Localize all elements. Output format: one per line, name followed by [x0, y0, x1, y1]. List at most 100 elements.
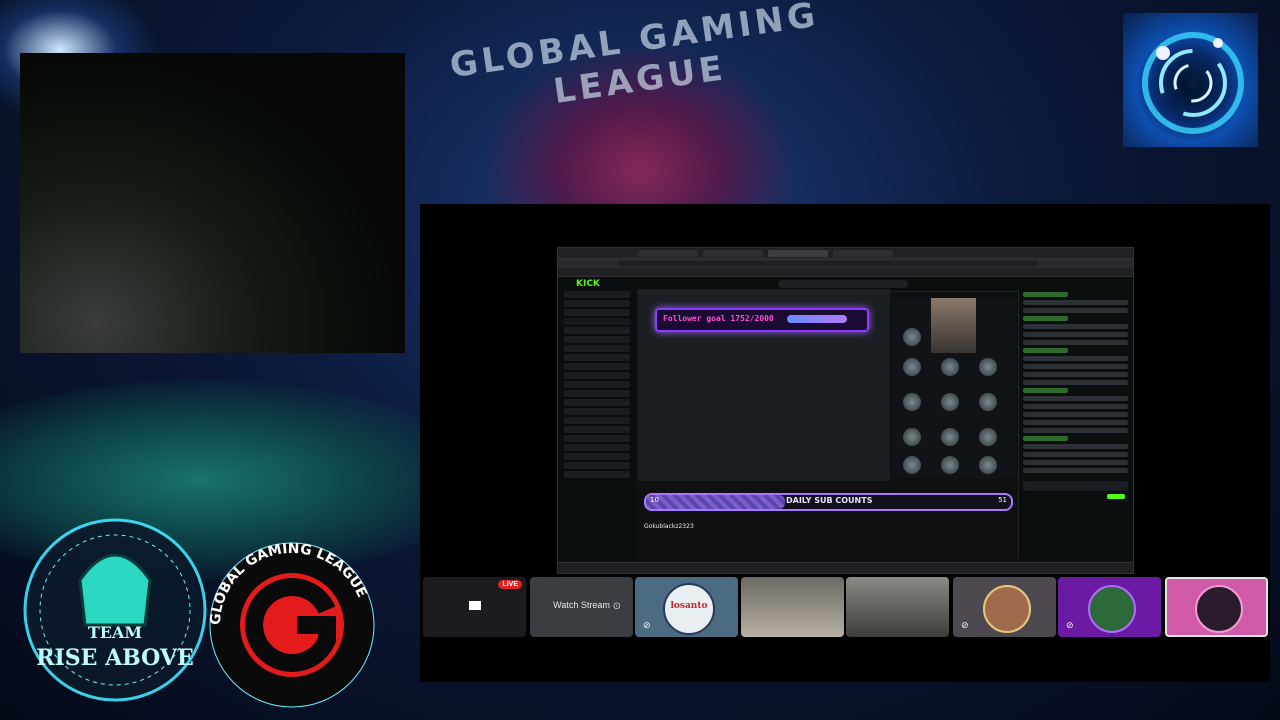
mute-icon: ⊘	[961, 621, 969, 631]
sidebar-item[interactable]	[564, 417, 630, 424]
sidebar-item[interactable]	[564, 354, 630, 361]
avatar	[1195, 585, 1243, 633]
chat-message	[1023, 420, 1128, 425]
chat-message	[1023, 412, 1128, 417]
chat-message	[1023, 444, 1128, 449]
badge-icon	[979, 393, 997, 411]
participant-tile[interactable]: losanto ⊘	[635, 577, 738, 637]
chat-message	[1023, 428, 1128, 433]
chat-message	[1023, 452, 1128, 457]
browser-tab-bar	[558, 248, 1133, 259]
sidebar-item[interactable]	[564, 318, 630, 325]
sidebar-item[interactable]	[564, 363, 630, 370]
chat-message	[1023, 332, 1128, 337]
badge-icon	[903, 393, 921, 411]
sidebar-item[interactable]	[564, 408, 630, 415]
sidebar-item[interactable]	[564, 291, 630, 298]
sidebar-item[interactable]	[564, 300, 630, 307]
sidebar-item[interactable]	[564, 435, 630, 442]
address-bar	[558, 259, 1133, 268]
sidebar-item[interactable]	[564, 309, 630, 316]
sub-count-right: 51	[998, 496, 1007, 504]
webcam-frame	[20, 53, 405, 353]
chat-send-button[interactable]	[1107, 494, 1125, 499]
participant-tile[interactable]: ⊘	[1058, 577, 1161, 637]
chat-message	[1023, 300, 1128, 305]
os-taskbar	[558, 562, 1133, 573]
kick-logo[interactable]: KICK	[576, 279, 600, 289]
participant-tile[interactable]	[846, 577, 949, 637]
chat-username	[1023, 292, 1069, 297]
sidebar-item[interactable]	[564, 372, 630, 379]
avatar	[1088, 585, 1136, 633]
chat-message	[1023, 396, 1128, 401]
url-field[interactable]	[618, 261, 1038, 266]
global-gaming-league-logo: GLOBAL GAMING LEAGUE	[208, 541, 375, 708]
chat-message	[1023, 380, 1128, 385]
sidebar-item[interactable]	[564, 399, 630, 406]
mute-icon: ⊘	[643, 621, 651, 631]
badge-icon	[979, 358, 997, 376]
chat-message	[1023, 364, 1128, 369]
sidebar-item[interactable]	[564, 453, 630, 460]
sidebar-item[interactable]	[564, 390, 630, 397]
team-logo-bottom: RISE ABOVE	[36, 645, 194, 671]
chat-message	[1023, 460, 1128, 465]
bookmarks-bar	[558, 268, 1133, 277]
kick-search-input[interactable]	[778, 280, 908, 288]
chat-message	[1023, 324, 1128, 329]
team-rise-above-logo: TEAM RISE ABOVE	[23, 518, 207, 702]
badge-icon	[941, 456, 959, 474]
browser-tab[interactable]	[833, 250, 893, 257]
sidebar-item[interactable]	[564, 471, 630, 478]
badge-icon	[941, 428, 959, 446]
vortex-logo	[1123, 13, 1258, 147]
avatar-logo-text: losanto	[670, 601, 708, 611]
participant-tile[interactable]: LIVE	[423, 577, 526, 637]
participant-strip: LIVE Watch Stream ⊙ losanto ⊘ ⊘ ⊘	[423, 577, 1269, 639]
chat-message	[1023, 404, 1128, 409]
popout-icon[interactable]: ⊙	[613, 601, 621, 612]
chat-message	[1023, 356, 1128, 361]
sidebar-item[interactable]	[564, 327, 630, 334]
badge-icon	[903, 428, 921, 446]
chat-username	[1023, 348, 1069, 353]
sub-count-left: 10	[650, 496, 659, 504]
participant-tile[interactable]: Watch Stream ⊙	[530, 577, 633, 637]
sidebar-item[interactable]	[564, 336, 630, 343]
sub-count-fill	[646, 495, 785, 509]
badge-icon	[979, 428, 997, 446]
streamer-name[interactable]: Gokublackz2323	[644, 523, 694, 530]
sidebar-item[interactable]	[564, 462, 630, 469]
browser-tab-active[interactable]	[768, 250, 828, 257]
avatar	[983, 585, 1031, 633]
browser-tab[interactable]	[638, 250, 698, 257]
screen-share: KICK Follower goal 1752/2000 10 DAILY SU…	[420, 204, 1270, 682]
participant-tile[interactable]: ⊘	[953, 577, 1056, 637]
mute-icon: ⊘	[1066, 621, 1074, 631]
badge-icon	[941, 393, 959, 411]
screen-icon	[469, 601, 481, 610]
sidebar-item[interactable]	[564, 426, 630, 433]
browser-tab[interactable]	[703, 250, 763, 257]
sub-count-bar: 10 DAILY SUB COUNTS 51	[644, 493, 1013, 511]
chat-username	[1023, 388, 1069, 393]
participant-tile-active[interactable]	[1165, 577, 1268, 637]
badge-icon	[941, 358, 959, 376]
chat-username	[1023, 436, 1069, 441]
sidebar-item[interactable]	[564, 345, 630, 352]
chat-message	[1023, 372, 1128, 377]
chat-panel	[1018, 289, 1132, 559]
sidebar-item[interactable]	[564, 444, 630, 451]
participant-tile[interactable]	[741, 577, 844, 637]
sidebar-item[interactable]	[564, 381, 630, 388]
badge-icon	[979, 456, 997, 474]
badge-icon	[903, 358, 921, 376]
chat-input[interactable]	[1023, 481, 1128, 491]
vortex-icon	[1142, 32, 1244, 134]
chat-message	[1023, 468, 1128, 473]
follower-goal-fill	[787, 315, 847, 323]
chat-message	[1023, 340, 1128, 345]
badge-icon	[903, 456, 921, 474]
browser-window: KICK Follower goal 1752/2000 10 DAILY SU…	[557, 247, 1134, 574]
